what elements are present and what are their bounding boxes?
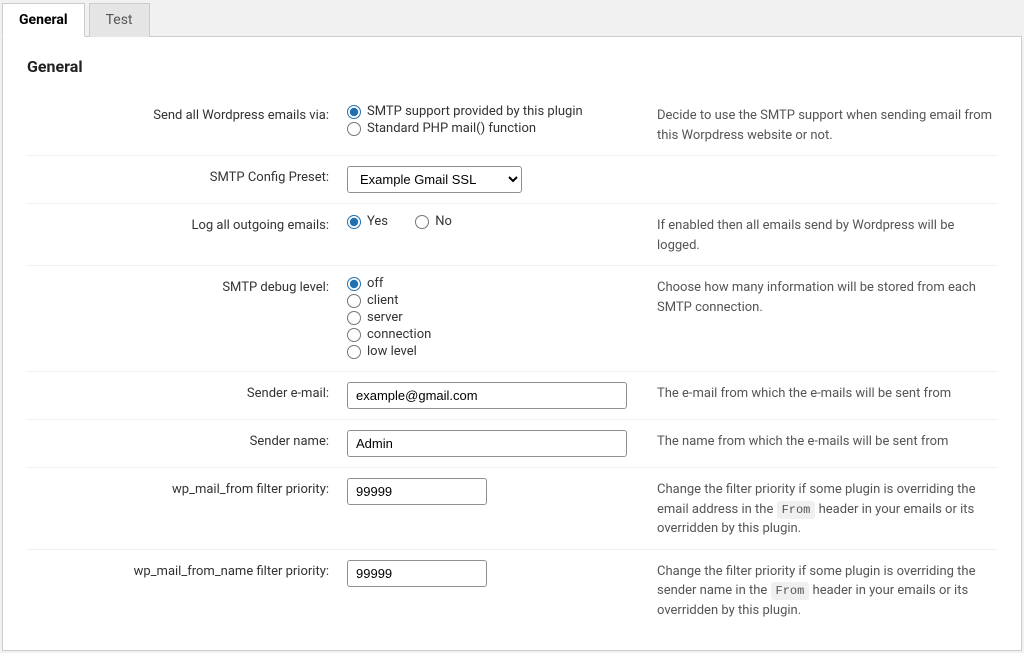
radio-debug-client[interactable]: client — [347, 293, 637, 308]
label-from-priority: wp_mail_from filter priority: — [27, 478, 347, 497]
tab-test[interactable]: Test — [89, 3, 150, 37]
radio-log-no[interactable]: No — [415, 214, 452, 229]
tabs: General Test — [2, 2, 1022, 37]
desc-sender-email: The e-mail from which the e-mails will b… — [657, 382, 997, 404]
section-title: General — [27, 57, 997, 76]
label-sender-email: Sender e-mail: — [27, 382, 347, 401]
radio-debug-lowlevel[interactable]: low level — [347, 344, 637, 359]
field-sender-name — [347, 430, 657, 457]
radio-log-yes-input[interactable] — [347, 215, 361, 229]
radio-smtp-plugin-input[interactable] — [347, 105, 361, 119]
radio-debug-server[interactable]: server — [347, 310, 637, 325]
radio-php-mail[interactable]: Standard PHP mail() function — [347, 121, 637, 136]
row-debug: SMTP debug level: off client server conn… — [27, 266, 997, 372]
input-sender-email[interactable] — [347, 382, 627, 409]
row-sender-email: Sender e-mail: The e-mail from which the… — [27, 372, 997, 420]
field-preset: Example Gmail SSL — [347, 166, 657, 193]
label-send-via: Send all Wordpress emails via: — [27, 104, 347, 123]
radio-debug-client-input[interactable] — [347, 294, 361, 308]
field-from-name-priority — [347, 560, 657, 587]
field-debug: off client server connection low level — [347, 276, 657, 361]
radio-log-no-input[interactable] — [415, 215, 429, 229]
desc-send-via: Decide to use the SMTP support when send… — [657, 104, 997, 145]
row-send-via: Send all Wordpress emails via: SMTP supp… — [27, 94, 997, 156]
desc-log: If enabled then all emails send by Wordp… — [657, 214, 997, 255]
label-from-name-priority: wp_mail_from_name filter priority: — [27, 560, 347, 579]
radio-debug-off-input[interactable] — [347, 277, 361, 291]
row-log: Log all outgoing emails: Yes No If enabl… — [27, 204, 997, 266]
label-sender-name: Sender name: — [27, 430, 347, 449]
radio-debug-connection[interactable]: connection — [347, 327, 637, 342]
desc-preset — [657, 166, 997, 168]
row-from-name-priority: wp_mail_from_name filter priority: Chang… — [27, 550, 997, 631]
field-log: Yes No — [347, 214, 657, 233]
radio-smtp-plugin-label: SMTP support provided by this plugin — [367, 104, 583, 119]
field-from-priority — [347, 478, 657, 505]
label-preset: SMTP Config Preset: — [27, 166, 347, 185]
radio-php-mail-input[interactable] — [347, 122, 361, 136]
code-from: From — [777, 501, 816, 519]
desc-from-priority: Change the filter priority if some plugi… — [657, 478, 997, 539]
desc-debug: Choose how many information will be stor… — [657, 276, 997, 317]
radio-debug-connection-label: connection — [367, 327, 431, 342]
select-preset[interactable]: Example Gmail SSL — [347, 166, 522, 193]
radio-debug-connection-input[interactable] — [347, 328, 361, 342]
radio-debug-client-label: client — [367, 293, 398, 308]
row-preset: SMTP Config Preset: Example Gmail SSL — [27, 156, 997, 204]
radio-debug-lowlevel-label: low level — [367, 344, 417, 359]
code-from-name: From — [771, 582, 810, 600]
radio-log-yes-label: Yes — [367, 214, 388, 229]
settings-wrapper: General Test General Send all Wordpress … — [2, 2, 1022, 651]
field-sender-email — [347, 382, 657, 409]
input-sender-name[interactable] — [347, 430, 627, 457]
radio-smtp-plugin[interactable]: SMTP support provided by this plugin — [347, 104, 637, 119]
tab-general[interactable]: General — [2, 3, 85, 37]
radio-debug-lowlevel-input[interactable] — [347, 345, 361, 359]
row-from-priority: wp_mail_from filter priority: Change the… — [27, 468, 997, 550]
row-sender-name: Sender name: The name from which the e-m… — [27, 420, 997, 468]
field-send-via: SMTP support provided by this plugin Sta… — [347, 104, 657, 138]
label-debug: SMTP debug level: — [27, 276, 347, 295]
radio-debug-server-label: server — [367, 310, 403, 325]
radio-php-mail-label: Standard PHP mail() function — [367, 121, 536, 136]
input-from-priority[interactable] — [347, 478, 487, 505]
desc-sender-name: The name from which the e-mails will be … — [657, 430, 997, 452]
radio-log-yes[interactable]: Yes — [347, 214, 388, 229]
radio-log-no-label: No — [435, 214, 452, 229]
radio-debug-off[interactable]: off — [347, 276, 637, 291]
label-log: Log all outgoing emails: — [27, 214, 347, 233]
input-from-name-priority[interactable] — [347, 560, 487, 587]
desc-from-name-priority: Change the filter priority if some plugi… — [657, 560, 997, 621]
radio-debug-server-input[interactable] — [347, 311, 361, 325]
radio-debug-off-label: off — [367, 276, 383, 291]
panel-general: General Send all Wordpress emails via: S… — [2, 37, 1022, 651]
